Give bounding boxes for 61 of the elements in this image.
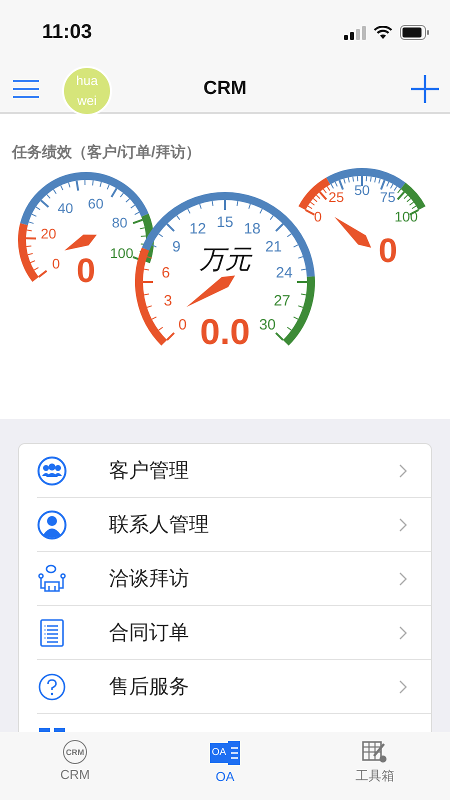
menu-item[interactable]: 客户管理 [37, 444, 431, 498]
scale-label: 12 [189, 220, 206, 238]
gauge-needle [64, 234, 97, 251]
section-title: 任务绩效（客户/订单/拜访） [12, 143, 202, 162]
gauge-value: 0.0 [200, 311, 250, 352]
gauge-needle [334, 216, 372, 248]
scale-label: 75 [380, 189, 396, 206]
menu-item[interactable]: 合同订单 [37, 606, 431, 660]
header-title: CRM [203, 78, 247, 100]
scale-label: 0 [178, 316, 187, 334]
tab[interactable]: 工具箱 [325, 740, 425, 785]
scale-label: 50 [354, 182, 370, 198]
scale-label: 0 [314, 208, 322, 225]
menu-label: 合同订单 [109, 621, 189, 646]
scale-label: 40 [58, 200, 74, 216]
chevron-icon [399, 518, 407, 532]
scale-label: 24 [276, 264, 293, 282]
wifi-icon [373, 26, 393, 40]
menu-label: 洽谈拜访 [109, 567, 189, 592]
menu-item[interactable]: 售后服务 [37, 660, 431, 714]
scale-label: 80 [112, 214, 128, 230]
menu-item[interactable]: 联系人管理 [37, 498, 431, 552]
gauge-value: 0 [378, 232, 398, 270]
menu-item[interactable]: 洽谈拜访 [37, 552, 431, 606]
battery-icon [400, 25, 430, 40]
menu-label: 客户管理 [109, 459, 189, 484]
scale-label: 9 [172, 238, 181, 256]
meeting-icon [37, 564, 67, 594]
crm-icon: CRM [63, 740, 87, 764]
chevron-icon [399, 464, 407, 478]
chevron-icon [399, 626, 407, 640]
chevron-icon [399, 680, 407, 694]
tab[interactable]: OA OA [175, 740, 275, 784]
scale-label: 15 [216, 214, 234, 231]
scale-label: 30 [259, 316, 276, 334]
scale-label: 18 [244, 220, 261, 238]
scale-label: 27 [274, 292, 290, 310]
gauge-value: 0 [76, 252, 96, 290]
table-edit-icon [362, 740, 388, 764]
scale-label: 20 [40, 226, 56, 242]
document-icon [37, 618, 67, 646]
status-time: 11:03 [42, 21, 92, 44]
scale-label: 60 [88, 195, 104, 212]
scale-label: 0 [52, 255, 60, 272]
add-button[interactable] [410, 74, 440, 104]
person-icon [37, 510, 67, 540]
chevron-icon [399, 572, 407, 586]
menu-label: 售后服务 [109, 675, 189, 700]
scale-label: 6 [162, 264, 170, 282]
help-icon [37, 672, 67, 700]
scale-label: 25 [328, 189, 344, 206]
group-icon [37, 456, 67, 486]
signal-icon [344, 26, 366, 40]
menu-button[interactable] [12, 78, 40, 98]
scale-label: 3 [164, 292, 172, 310]
tab[interactable]: CRM CRM [25, 740, 125, 782]
gauge-needle [186, 275, 236, 308]
scale-label: 21 [265, 238, 282, 256]
menu-label: 联系人管理 [109, 513, 209, 538]
scale-label: 100 [110, 245, 134, 261]
unit-label: 万元 [199, 245, 251, 275]
